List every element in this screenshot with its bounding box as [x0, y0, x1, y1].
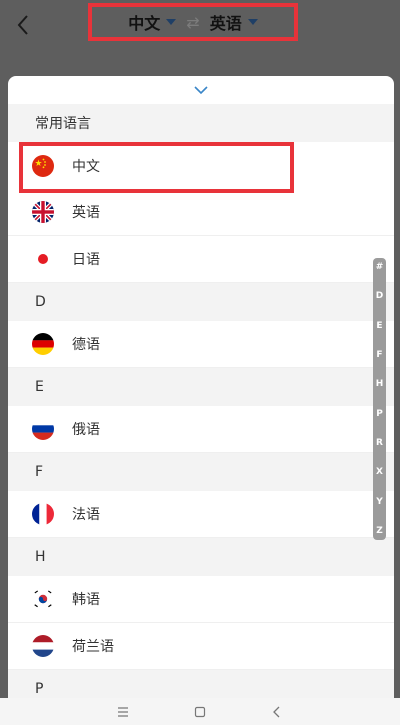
- france-flag-icon: [32, 503, 54, 525]
- section-header-p: P: [8, 670, 394, 698]
- section-header-common: 常用语言: [8, 104, 394, 142]
- language-item-english[interactable]: 英语: [8, 189, 394, 236]
- index-letter[interactable]: Y: [376, 497, 383, 507]
- chevron-left-icon: [17, 15, 28, 35]
- system-navigation-bar: [0, 698, 400, 725]
- chevron-down-icon: [194, 85, 208, 94]
- language-item-korean[interactable]: 韩语: [8, 576, 394, 623]
- index-letter[interactable]: D: [376, 291, 383, 301]
- china-flag-icon: [32, 154, 54, 177]
- index-letter[interactable]: F: [376, 350, 382, 360]
- korea-flag-icon: [32, 588, 54, 610]
- dropdown-triangle-icon: [247, 19, 258, 25]
- index-letter[interactable]: H: [376, 379, 384, 389]
- russia-flag-icon: [32, 418, 54, 440]
- language-label: 德语: [72, 337, 100, 353]
- japan-flag-icon: [32, 248, 54, 270]
- alphabet-index-bar[interactable]: # D E F H P R X Y Z: [373, 258, 386, 540]
- source-language-label: 中文: [128, 14, 161, 33]
- section-header-h: H: [8, 538, 394, 576]
- index-letter[interactable]: E: [376, 321, 382, 331]
- section-header-d: D: [8, 283, 394, 321]
- germany-flag-icon: [32, 333, 54, 355]
- uk-flag-icon: [32, 201, 54, 223]
- target-language-dropdown[interactable]: 英语: [210, 10, 258, 34]
- swap-arrows-icon[interactable]: ⇄: [186, 13, 199, 32]
- language-item-japanese[interactable]: 日语: [8, 236, 394, 283]
- language-label: 法语: [72, 507, 100, 523]
- top-bar: 中文 ⇄ 英语: [0, 0, 400, 76]
- index-letter[interactable]: Z: [376, 526, 383, 536]
- menu-icon: [117, 706, 128, 717]
- index-letter[interactable]: R: [376, 438, 383, 448]
- target-language-label: 英语: [209, 14, 242, 33]
- back-arrow-icon: [273, 706, 280, 717]
- language-item-russian[interactable]: 俄语: [8, 406, 394, 453]
- collapse-handle[interactable]: [8, 76, 394, 104]
- section-header-e: E: [8, 368, 394, 406]
- language-label: 日语: [72, 252, 100, 268]
- index-letter[interactable]: P: [376, 409, 383, 419]
- index-letter[interactable]: #: [376, 262, 384, 272]
- language-list-panel: 常用语言 中文 英语 日语 D 德语 E 俄语 F 法语 H 韩语 荷兰语 P: [8, 76, 394, 698]
- home-button[interactable]: [190, 702, 210, 722]
- language-label: 英语: [72, 205, 100, 221]
- language-label: 韩语: [72, 592, 100, 608]
- menu-button[interactable]: [113, 702, 133, 722]
- section-header-f: F: [8, 453, 394, 491]
- source-language-dropdown[interactable]: 中文: [128, 10, 177, 34]
- language-item-french[interactable]: 法语: [8, 491, 394, 538]
- language-label: 中文: [72, 158, 100, 175]
- language-item-dutch[interactable]: 荷兰语: [8, 623, 394, 670]
- language-label: 俄语: [72, 422, 100, 438]
- system-back-button[interactable]: [267, 702, 287, 722]
- language-item-german[interactable]: 德语: [8, 321, 394, 368]
- dropdown-triangle-icon: [166, 19, 177, 25]
- square-home-icon: [194, 706, 206, 717]
- language-label: 荷兰语: [72, 639, 114, 655]
- language-switcher: 中文 ⇄ 英语: [88, 3, 298, 41]
- netherlands-flag-icon: [32, 635, 54, 657]
- index-letter[interactable]: X: [376, 467, 383, 477]
- language-item-chinese[interactable]: 中文: [8, 142, 394, 189]
- back-button[interactable]: [12, 12, 34, 38]
